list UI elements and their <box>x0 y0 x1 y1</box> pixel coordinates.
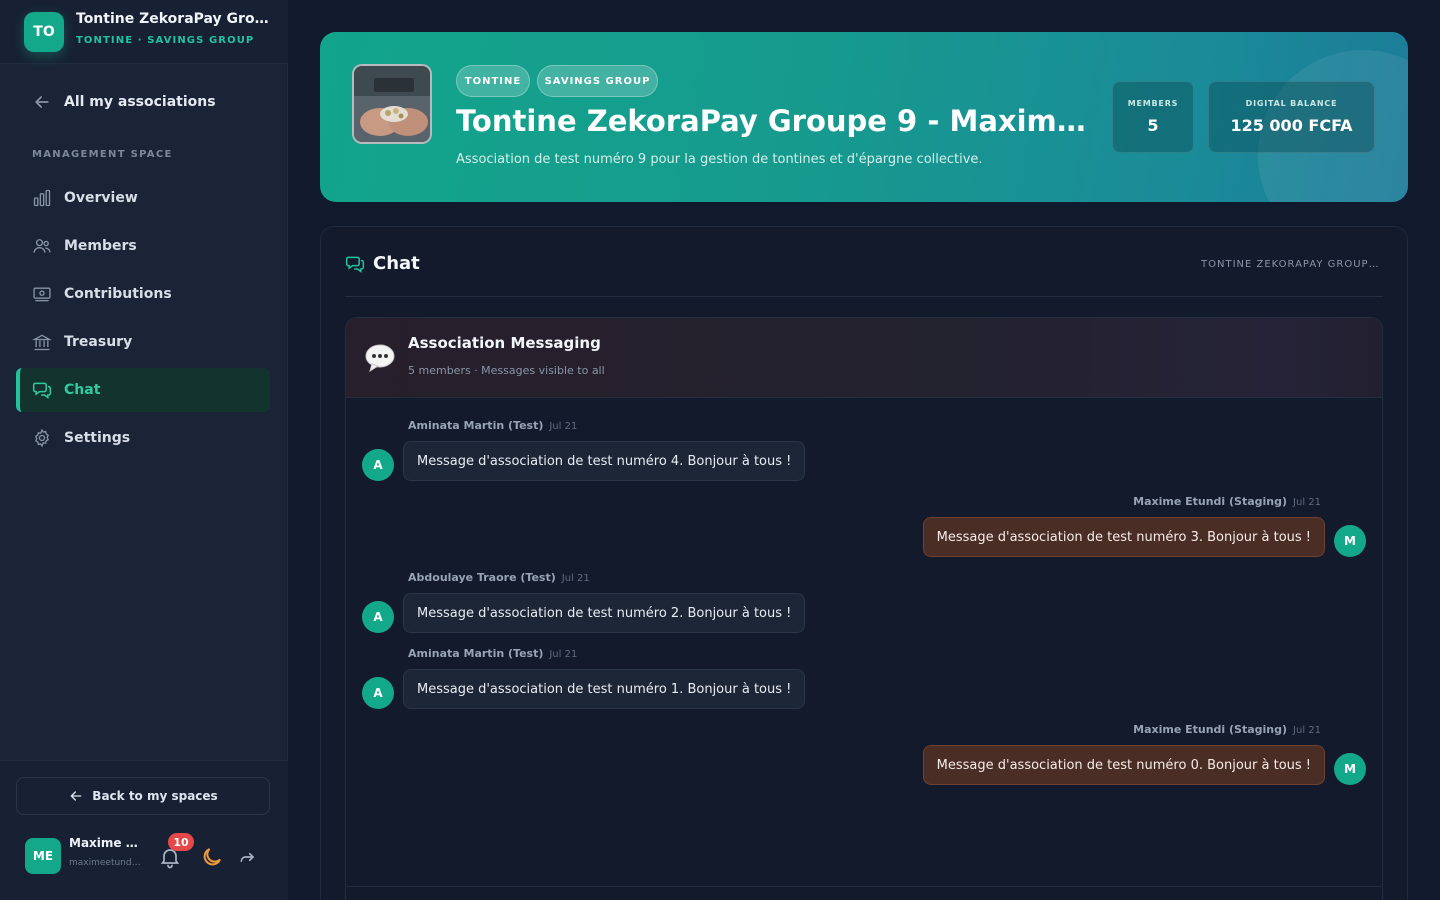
composer-divider <box>346 886 1382 887</box>
all-associations-link[interactable]: All my associations <box>16 80 270 124</box>
sidebar-item-chat[interactable]: Chat <box>16 368 270 412</box>
members-stat-label: MEMBERS <box>1127 99 1179 108</box>
message-bubble: Message d'association de test numéro 2. … <box>403 593 806 633</box>
message-date: Jul 21 <box>561 573 590 584</box>
user-name: Maxime Etundi <box>69 836 145 850</box>
org-header[interactable]: TO Tontine ZekoraPay Groupe 9 - Maxime E… <box>0 0 288 64</box>
members-stat-value: 5 <box>1147 116 1159 135</box>
message-meta: Aminata Martin (Test) Jul 21 <box>408 419 577 432</box>
chat-title-text: Chat <box>373 253 420 274</box>
message-author: Aminata Martin (Test) <box>408 647 544 660</box>
chat-title: Chat <box>345 253 420 274</box>
message-bubble: Message d'association de test numéro 3. … <box>922 517 1325 557</box>
org-name: Tontine ZekoraPay Groupe 9 - Maxime Etun… <box>76 11 272 27</box>
message-author: Abdoulaye Traore (Test) <box>408 571 556 584</box>
message-date: Jul 21 <box>1293 725 1321 736</box>
message-author: Maxime Etundi (Staging) <box>1133 495 1288 508</box>
users-icon <box>33 239 51 253</box>
user-email: maximeetundi@example.com <box>69 858 143 868</box>
message-bubble: Message d'association de test numéro 0. … <box>922 745 1325 785</box>
sidebar-item-label: Settings <box>64 430 131 446</box>
avatar: A <box>362 601 394 633</box>
message-date: Jul 21 <box>549 421 578 432</box>
arrow-left-icon <box>70 791 82 801</box>
section-label: MANAGEMENT SPACE <box>32 149 173 160</box>
message-meta: Abdoulaye Traore (Test) Jul 21 <box>408 571 590 584</box>
sidebar-item-settings[interactable]: Settings <box>16 416 270 460</box>
bar-chart-icon <box>33 189 51 207</box>
messaging-title: Association Messaging <box>408 334 601 352</box>
back-to-spaces-label: Back to my spaces <box>92 789 218 803</box>
message-meta: Maxime Etundi (Staging) Jul 21 <box>1133 723 1321 736</box>
hands-coins-image <box>354 66 430 142</box>
avatar: M <box>1334 753 1366 785</box>
chat-context-label: TONTINE ZEKORAPAY GROUPE 9 - MAXIME ETUN… <box>1201 259 1379 270</box>
sidebar-item-contributions[interactable]: Contributions <box>16 272 270 316</box>
chat-card: Chat TONTINE ZEKORAPAY GROUPE 9 - MAXIME… <box>320 226 1408 900</box>
back-to-spaces-button[interactable]: Back to my spaces <box>16 777 270 815</box>
page-title: Tontine ZekoraPay Groupe 9 - Maxime Etun… <box>456 104 1096 138</box>
message-date: Jul 21 <box>1293 497 1321 508</box>
moon-icon[interactable] <box>200 845 224 869</box>
user-avatar[interactable]: ME <box>25 838 61 874</box>
message-date: Jul 21 <box>549 649 578 660</box>
balance-stat-label: DIGITAL BALANCE <box>1245 99 1338 108</box>
all-associations-label: All my associations <box>64 94 216 110</box>
avatar: M <box>1334 525 1366 557</box>
association-hero: TONTINE SAVINGS GROUP Tontine ZekoraPay … <box>320 32 1408 202</box>
chat-context-text: TONTINE ZEKORAPAY GROUPE 9 - MAXIME ETUN… <box>1201 259 1379 270</box>
messaging-header: Association Messaging 5 members · Messag… <box>346 318 1382 398</box>
messaging-panel: Association Messaging 5 members · Messag… <box>345 317 1383 900</box>
sidebar: TO Tontine ZekoraPay Groupe 9 - Maxime E… <box>0 0 288 900</box>
avatar: A <box>362 449 394 481</box>
org-avatar: TO <box>24 12 64 52</box>
balance-stat: DIGITAL BALANCE 125 000 FCFA <box>1208 81 1375 153</box>
sidebar-item-members[interactable]: Members <box>16 224 270 268</box>
balance-stat-value: 125 000 FCFA <box>1230 116 1353 135</box>
message-bubble: Message d'association de test numéro 1. … <box>403 669 806 709</box>
sidebar-item-label: Overview <box>64 190 138 206</box>
message-bubble: Message d'association de test numéro 4. … <box>403 441 806 481</box>
sidebar-item-label: Contributions <box>64 286 172 302</box>
sidebar-item-label: Treasury <box>64 334 133 350</box>
arrow-left-icon <box>35 96 49 108</box>
members-stat: MEMBERS 5 <box>1112 81 1194 153</box>
divider <box>345 296 1383 297</box>
sidebar-item-treasury[interactable]: Treasury <box>16 320 270 364</box>
chat-icon <box>345 256 365 273</box>
banknote-icon <box>33 287 51 302</box>
org-subtitle: TONTINE · SAVINGS GROUP <box>76 35 255 46</box>
tag-tontine: TONTINE <box>456 65 530 97</box>
chat-icon <box>32 382 52 399</box>
sidebar-footer: Back to my spaces ME Maxime Etundi maxim… <box>0 760 288 900</box>
message-meta: Aminata Martin (Test) Jul 21 <box>408 647 577 660</box>
sidebar-item-label: Chat <box>64 382 101 398</box>
avatar: A <box>362 677 394 709</box>
sidebar-item-label: Members <box>64 238 137 254</box>
notification-badge: 10 <box>168 833 194 851</box>
speech-bubble-icon <box>365 344 395 373</box>
sidebar-item-overview[interactable]: Overview <box>16 176 270 220</box>
message-meta: Maxime Etundi (Staging) Jul 21 <box>1133 495 1321 508</box>
message-author: Maxime Etundi (Staging) <box>1133 723 1288 736</box>
association-description: Association de test numéro 9 pour la ges… <box>456 152 983 167</box>
logout-icon[interactable] <box>238 847 258 867</box>
association-image <box>352 64 432 144</box>
messaging-subtitle: 5 members · Messages visible to all <box>408 364 605 377</box>
sidebar-nav: Overview Members Contributions Treasury … <box>16 176 270 464</box>
gear-icon <box>34 428 50 448</box>
bank-icon <box>32 334 52 351</box>
tag-savings-group: SAVINGS GROUP <box>537 65 658 97</box>
message-author: Aminata Martin (Test) <box>408 419 544 432</box>
